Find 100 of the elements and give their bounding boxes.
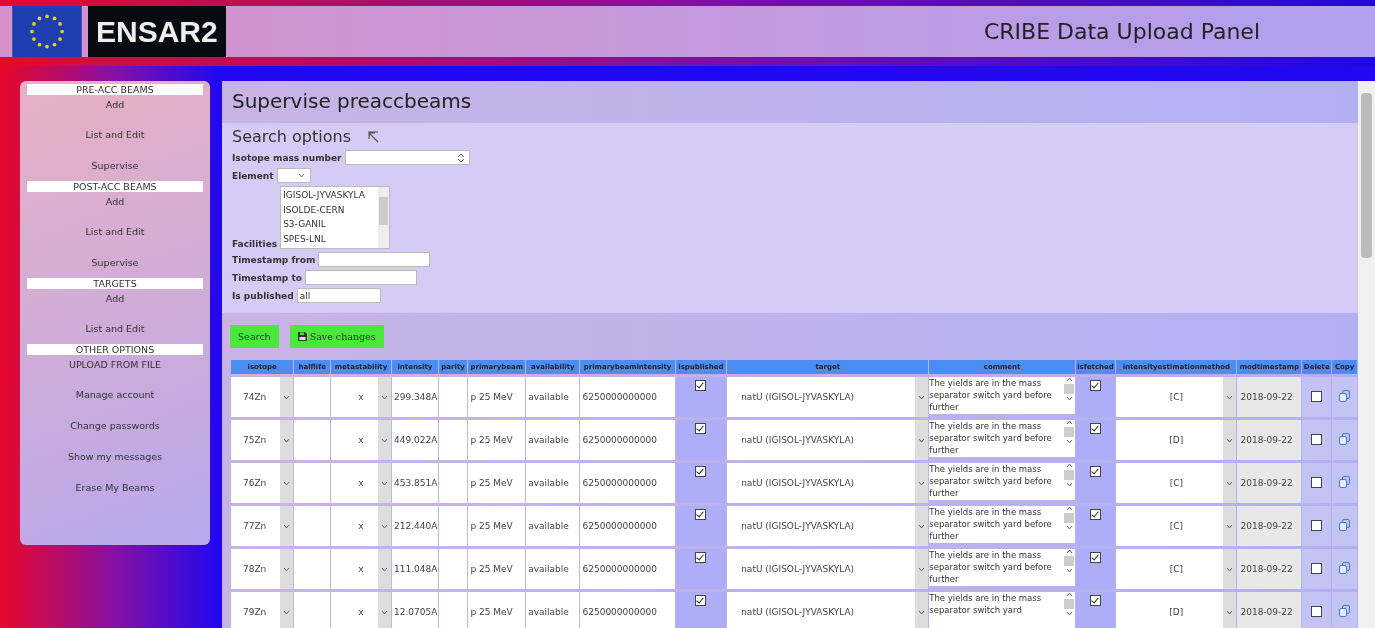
list-box[interactable]: IGISOL-JYVASKYLA ISOLDE-CERN S3-GANIL SPES-LNL <box>280 186 391 249</box>
chevron-down-icon[interactable] <box>380 566 388 572</box>
chevron-down-icon[interactable] <box>918 523 926 529</box>
checkbox[interactable] <box>695 509 707 520</box>
sidebar-link[interactable]: Supervise <box>91 150 139 181</box>
checkbox[interactable] <box>1090 466 1101 477</box>
input-field[interactable] <box>304 270 417 285</box>
chevron-down-icon[interactable] <box>1065 611 1073 616</box>
checkbox[interactable] <box>1311 390 1323 402</box>
chevron-down-icon[interactable] <box>918 394 926 400</box>
chevron-down-icon[interactable] <box>1226 609 1234 615</box>
copy-icon[interactable] <box>1339 605 1351 617</box>
chevron-down-icon[interactable] <box>283 394 291 400</box>
sidebar-link[interactable]: Change passwords <box>70 410 160 441</box>
comment-textarea[interactable]: The yields are in the mass separator switch yard before further <box>929 377 1075 414</box>
chevron-down-icon[interactable] <box>918 480 926 486</box>
chevron-down-icon[interactable] <box>1226 566 1234 572</box>
scrollbar-thumb[interactable] <box>1064 384 1075 394</box>
chevron-down-icon[interactable] <box>1065 396 1073 401</box>
chevron-up-icon[interactable] <box>1065 420 1073 425</box>
scrollbar[interactable] <box>1358 81 1375 628</box>
list-option[interactable]: IGISOL-JYVASKYLA <box>283 188 377 203</box>
sidebar-link[interactable]: List and Edit <box>85 119 145 150</box>
scrollbar-thumb[interactable] <box>1064 427 1075 437</box>
chevron-down-icon[interactable] <box>283 437 291 443</box>
checkbox[interactable] <box>695 466 707 477</box>
target-select[interactable]: natU (IGISOL-JYVASKYLA) <box>727 420 929 460</box>
method-select[interactable]: [D] <box>1116 592 1237 628</box>
method-select[interactable]: [C] <box>1116 377 1237 417</box>
isotope-select[interactable]: 76Zn <box>231 463 294 503</box>
chevron-down-icon[interactable] <box>1065 525 1073 530</box>
scrollbar-thumb[interactable] <box>1064 470 1075 480</box>
chevron-down-icon[interactable] <box>1065 482 1073 487</box>
scrollbar-thumb[interactable] <box>1064 556 1075 566</box>
chevron-up-icon[interactable] <box>1065 506 1073 511</box>
metastability-select[interactable]: x <box>331 592 391 628</box>
chevron-down-icon[interactable] <box>1065 568 1073 573</box>
comment-textarea[interactable]: The yields are in the mass separator switch yard before further <box>929 420 1075 457</box>
save-button[interactable]: Save changes <box>289 325 384 348</box>
metastability-select[interactable]: x <box>331 506 391 546</box>
chevron-up-icon[interactable] <box>1065 592 1073 597</box>
target-select[interactable]: natU (IGISOL-JYVASKYLA) <box>727 377 929 417</box>
sidebar-link[interactable]: List and Edit <box>85 313 145 344</box>
sidebar-link[interactable]: Show my messages <box>67 441 163 472</box>
sidebar-link[interactable]: Add <box>105 95 125 119</box>
checkbox[interactable] <box>1311 605 1323 617</box>
sidebar-link[interactable]: Supervise <box>91 247 139 278</box>
chevron-down-icon[interactable] <box>1065 439 1073 444</box>
target-select[interactable]: natU (IGISOL-JYVASKYLA) <box>727 549 929 589</box>
copy-icon[interactable] <box>1339 562 1351 574</box>
sidebar-link[interactable]: Add <box>105 289 125 313</box>
chevron-down-icon[interactable] <box>1226 523 1234 529</box>
metastability-select[interactable]: x <box>331 420 391 460</box>
checkbox[interactable] <box>1311 433 1323 445</box>
sidebar-link[interactable]: List and Edit <box>85 216 145 247</box>
chevron-down-icon[interactable] <box>918 566 926 572</box>
metastability-select[interactable]: x <box>331 377 391 417</box>
metastability-select[interactable]: x <box>331 463 391 503</box>
method-select[interactable]: [C] <box>1116 549 1237 589</box>
checkbox[interactable] <box>695 380 707 391</box>
chevron-down-icon[interactable] <box>380 609 388 615</box>
checkbox[interactable] <box>695 423 707 434</box>
isotope-select[interactable]: 75Zn <box>231 420 294 460</box>
checkbox[interactable] <box>1090 552 1101 563</box>
copy-icon[interactable] <box>1339 519 1351 531</box>
select-field[interactable] <box>276 168 311 183</box>
select-field[interactable]: all <box>296 288 381 303</box>
checkbox[interactable] <box>1311 476 1323 488</box>
chevron-up-icon[interactable] <box>1065 549 1073 554</box>
comment-textarea[interactable]: The yields are in the mass separator switch yard before further <box>929 506 1075 543</box>
input-field[interactable] <box>318 252 431 267</box>
method-select[interactable]: [D] <box>1116 420 1237 460</box>
target-select[interactable]: natU (IGISOL-JYVASKYLA) <box>727 463 929 503</box>
chevron-up-icon[interactable] <box>1065 377 1073 382</box>
target-select[interactable]: natU (IGISOL-JYVASKYLA) <box>727 506 929 546</box>
list-option[interactable]: SPES-LNL <box>283 231 377 246</box>
sidebar-link[interactable]: Manage account <box>75 379 155 410</box>
chevron-down-icon[interactable] <box>283 609 291 615</box>
chevron-down-icon[interactable] <box>918 437 926 443</box>
sidebar-link[interactable]: UPLOAD FROM FILE <box>68 355 162 379</box>
scrollbar-thumb[interactable] <box>1064 513 1075 523</box>
checkbox[interactable] <box>695 595 707 606</box>
sidebar-link[interactable]: Erase My Beams <box>75 472 155 503</box>
checkbox[interactable] <box>1090 423 1101 434</box>
chevron-down-icon[interactable] <box>380 437 388 443</box>
copy-icon[interactable] <box>1339 433 1351 445</box>
checkbox[interactable] <box>695 552 707 563</box>
copy-icon[interactable] <box>1339 476 1351 488</box>
copy-icon[interactable] <box>1339 390 1351 402</box>
checkbox[interactable] <box>1090 380 1101 391</box>
chevron-down-icon[interactable] <box>283 566 291 572</box>
metastability-select[interactable]: x <box>331 549 391 589</box>
chevron-down-icon[interactable] <box>1226 437 1234 443</box>
chevron-down-icon[interactable] <box>1226 394 1234 400</box>
checkbox[interactable] <box>1090 509 1101 520</box>
isotope-select[interactable]: 79Zn <box>231 592 294 628</box>
chevron-down-icon[interactable] <box>380 480 388 486</box>
sidebar-link[interactable]: Add <box>105 192 125 216</box>
scrollbar[interactable] <box>378 187 390 248</box>
checkbox[interactable] <box>1311 562 1323 574</box>
